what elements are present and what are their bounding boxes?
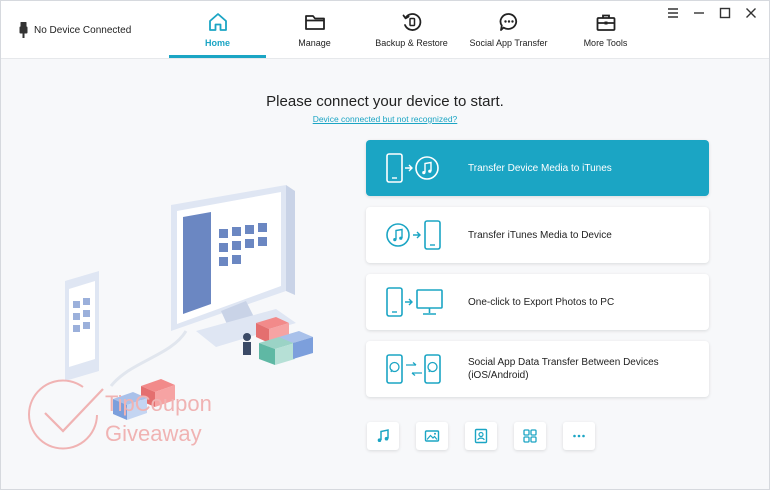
window-controls xyxy=(667,7,757,19)
card-itunes-to-device[interactable]: Transfer iTunes Media to Device xyxy=(366,207,709,263)
folder-icon xyxy=(304,15,325,30)
device-not-recognized-link[interactable]: Device connected but not recognized? xyxy=(1,114,769,124)
itunes-to-phone-icon xyxy=(386,220,441,250)
tab-manage-label: Manage xyxy=(298,38,331,48)
tab-backup-restore[interactable]: Backup & Restore xyxy=(363,1,460,59)
menu-icon[interactable] xyxy=(667,7,679,19)
device-status-text: No Device Connected xyxy=(34,24,132,36)
quick-contacts-button[interactable] xyxy=(465,422,497,450)
quick-apps-button[interactable] xyxy=(514,422,546,450)
close-icon[interactable] xyxy=(745,7,757,19)
card-itunes-to-device-label: Transfer iTunes Media to Device xyxy=(468,229,612,241)
maximize-icon[interactable] xyxy=(719,7,731,19)
device-status: No Device Connected xyxy=(19,21,131,39)
quick-more-button[interactable] xyxy=(563,422,595,450)
more-icon xyxy=(573,434,585,438)
quick-music-button[interactable] xyxy=(367,422,399,450)
quick-photo-button[interactable] xyxy=(416,422,448,450)
tab-home-label: Home xyxy=(204,38,230,48)
feature-cards: Transfer Device Media to iTunes Transfer… xyxy=(366,140,709,408)
card-export-photos[interactable]: One-click to Export Photos to PC xyxy=(366,274,709,330)
whatsapp-transfer-icon xyxy=(386,354,441,384)
tab-home[interactable]: Home xyxy=(169,1,266,59)
tab-backup-restore-label: Backup & Restore xyxy=(375,38,448,48)
tab-manage[interactable]: Manage xyxy=(266,1,363,59)
chat-icon xyxy=(499,13,517,31)
music-icon xyxy=(377,429,389,442)
backup-icon xyxy=(402,13,421,31)
card-device-to-itunes-label: Transfer Device Media to iTunes xyxy=(468,162,612,174)
main-nav: Home Manage Backup & Restore Social App … xyxy=(169,1,654,59)
page-title: Please connect your device to start. xyxy=(266,93,504,110)
apps-icon xyxy=(523,429,537,443)
tab-more-tools[interactable]: More Tools xyxy=(557,1,654,59)
card-social-app-transfer-label: Social App Data Transfer Between Devices… xyxy=(468,357,659,381)
top-bar: No Device Connected Home Manage Backup &… xyxy=(1,1,769,59)
card-device-to-itunes[interactable]: Transfer Device Media to iTunes xyxy=(366,140,709,196)
app-window: No Device Connected Home Manage Backup &… xyxy=(0,0,770,490)
photo-icon xyxy=(424,430,440,442)
card-export-photos-label: One-click to Export Photos to PC xyxy=(468,296,615,308)
connect-device-illustration xyxy=(65,185,313,420)
card-social-app-transfer[interactable]: Social App Data Transfer Between Devices… xyxy=(366,341,709,397)
phone-to-itunes-icon xyxy=(386,153,439,183)
usb-icon xyxy=(19,22,28,38)
tab-more-tools-label: More Tools xyxy=(583,38,628,48)
toolbox-icon xyxy=(596,14,615,31)
minimize-icon[interactable] xyxy=(693,7,705,19)
phone-to-pc-icon xyxy=(386,287,443,317)
home-icon xyxy=(208,13,227,31)
quick-tools xyxy=(367,422,595,450)
tab-social-app-transfer[interactable]: Social App Transfer xyxy=(460,1,557,59)
contacts-icon xyxy=(474,428,488,444)
tab-social-app-transfer-label: Social App Transfer xyxy=(469,38,548,48)
